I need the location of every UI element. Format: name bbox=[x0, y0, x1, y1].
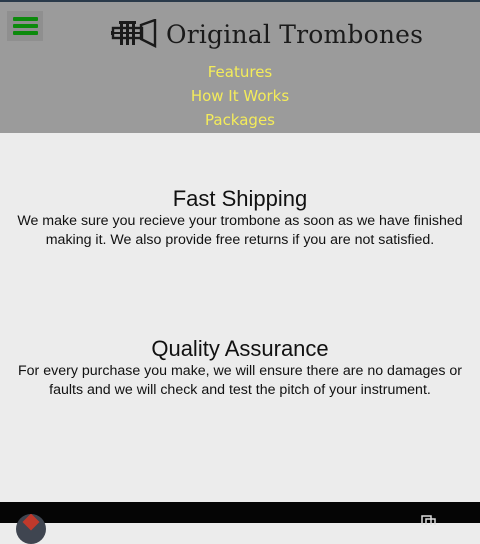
nav-link-features[interactable]: Features bbox=[0, 60, 480, 84]
feature-fast-shipping: Fast Shipping We make sure you recieve y… bbox=[6, 186, 474, 250]
section-body: For every purchase you make, we will ens… bbox=[18, 363, 462, 398]
main-nav: Features How It Works Packages bbox=[0, 60, 480, 132]
app-badge-icon[interactable] bbox=[16, 514, 46, 544]
brand-name: Original Trombones bbox=[166, 19, 424, 49]
section-title: Quality Assurance bbox=[151, 336, 329, 361]
hamburger-icon bbox=[13, 17, 38, 21]
trumpet-logo-icon bbox=[111, 19, 157, 48]
feature-quality-assurance: Quality Assurance For every purchase you… bbox=[6, 336, 474, 400]
section-title: Fast Shipping bbox=[172, 186, 308, 211]
site-header: Original Trombones Features How It Works… bbox=[0, 2, 480, 133]
brand-logo[interactable]: Original Trombones bbox=[111, 16, 423, 52]
nav-link-packages[interactable]: Packages bbox=[0, 108, 480, 132]
section-body: We make sure you recieve your trombone a… bbox=[17, 213, 463, 248]
bottom-bar bbox=[0, 502, 480, 544]
nav-link-how-it-works[interactable]: How It Works bbox=[0, 84, 480, 108]
hamburger-menu-button[interactable] bbox=[7, 11, 43, 41]
copy-icon[interactable] bbox=[421, 515, 437, 525]
